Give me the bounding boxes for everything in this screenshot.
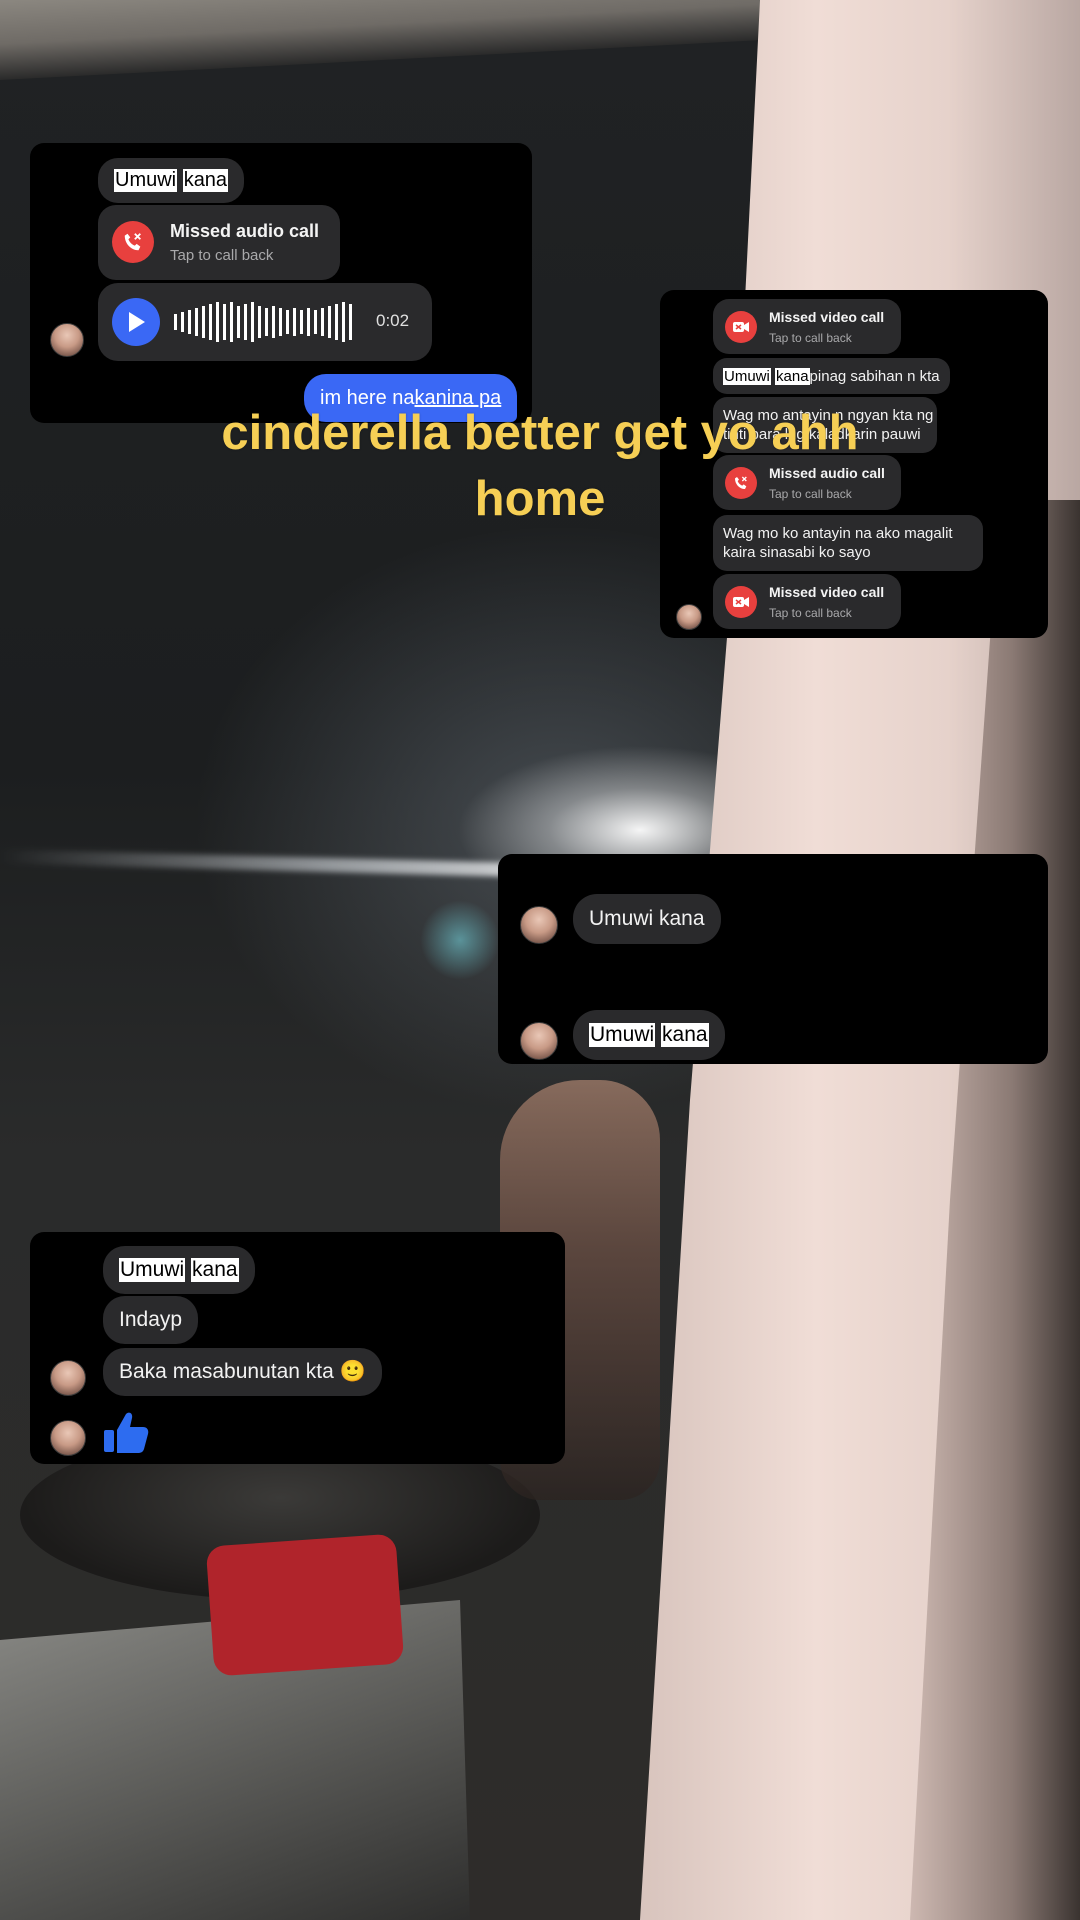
chat-screenshot-4: Umuwi kana Indayp Baka masabunutan kta 🙂 — [30, 1232, 565, 1464]
message-line: kaira sinasabi ko sayo — [723, 544, 871, 561]
voice-duration: 0:02 — [376, 311, 410, 330]
message-bubble[interactable]: Indayp — [103, 1296, 199, 1344]
missed-audio-call-bubble[interactable]: Missed audio call Tap to call back — [98, 205, 340, 280]
avatar — [50, 323, 84, 357]
highlighted-word: Umuwi — [114, 169, 178, 192]
call-subtitle: Tap to call back — [769, 331, 852, 345]
waveform — [174, 302, 352, 342]
avatar — [676, 604, 702, 630]
lens-flare — [420, 900, 500, 980]
slightly-smiling-emoji: 🙂 — [339, 1360, 366, 1383]
message-bubble[interactable]: Baka masabunutan kta 🙂 — [103, 1348, 382, 1396]
voice-message-bubble[interactable]: 0:02 — [98, 283, 432, 361]
avatar — [520, 906, 558, 944]
message-text: Baka masabunutan kta — [119, 1360, 334, 1383]
caption-overlay: cinderella better get yo ahh home — [221, 406, 859, 526]
highlighted-word: kana — [661, 1023, 709, 1047]
message-bubble-umuwi-kana[interactable]: Umuwi kana — [98, 158, 245, 203]
highlighted-word: kana — [775, 367, 810, 385]
call-subtitle: Tap to call back — [170, 247, 274, 264]
play-icon[interactable] — [112, 298, 160, 346]
highlighted-word: Umuwi — [723, 367, 771, 385]
avatar — [50, 1420, 86, 1456]
video-missed-icon — [725, 586, 757, 618]
message-text: Umuwi kana — [589, 907, 705, 930]
message-bubble[interactable]: Umuwi kana pinag sabihan n kta — [713, 358, 950, 394]
chat-screenshot-1: Umuwi kana Missed audio call Tap to call… — [30, 143, 532, 423]
chat-screenshot-3: Umuwi kana Umuwi kana — [498, 854, 1048, 1064]
message-text: Indayp — [119, 1308, 183, 1331]
call-title: Missed video call — [769, 309, 885, 325]
message-bubble[interactable]: Umuwi kana — [103, 1246, 255, 1294]
highlighted-word: Umuwi — [119, 1258, 186, 1282]
call-subtitle: Tap to call back — [769, 606, 852, 620]
call-title: Missed audio call — [170, 221, 320, 241]
avatar — [520, 1022, 558, 1060]
missed-video-call-bubble-1[interactable]: Missed video call Tap to call back — [713, 299, 901, 354]
video-missed-icon — [725, 311, 757, 343]
thumbs-up-icon[interactable] — [102, 1408, 150, 1456]
message-text: pinag sabihan n kta — [809, 367, 940, 385]
phone-missed-icon — [112, 221, 154, 263]
red-cloth — [205, 1533, 405, 1677]
avatar — [50, 1360, 86, 1396]
call-title: Missed video call — [769, 584, 885, 600]
highlighted-word: kana — [182, 169, 229, 192]
missed-video-call-bubble-2[interactable]: Missed video call Tap to call back — [713, 574, 901, 629]
message-bubble[interactable]: Umuwi kana — [573, 894, 721, 944]
highlighted-word: Umuwi — [589, 1023, 656, 1047]
message-bubble[interactable]: Umuwi kana — [573, 1010, 725, 1060]
highlighted-word: kana — [191, 1258, 239, 1282]
